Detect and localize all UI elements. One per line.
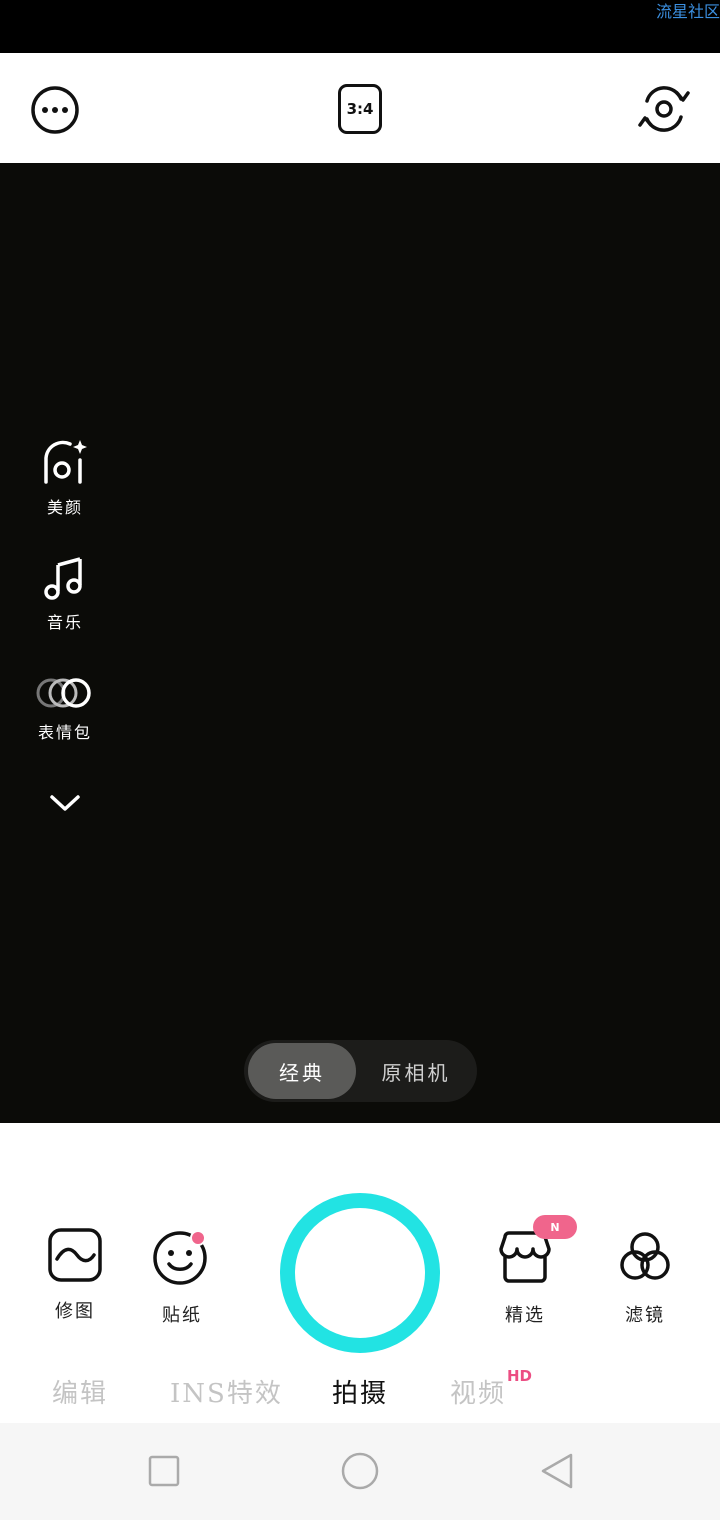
- flip-camera-button[interactable]: [634, 81, 694, 137]
- mode-classic[interactable]: 经典: [248, 1043, 356, 1099]
- tab-capture[interactable]: 拍摄: [332, 1373, 388, 1410]
- recent-apps-button[interactable]: [144, 1451, 184, 1491]
- sticker-pack-label: 表情包: [37, 723, 92, 742]
- back-triangle-icon: [541, 1453, 573, 1489]
- sticker-icon: [153, 1230, 207, 1285]
- capture-mode-switch: 经典 原相机: [244, 1040, 477, 1102]
- filter-tool[interactable]: 滤镜: [590, 1227, 700, 1327]
- sticker-label: 贴纸: [162, 1305, 202, 1326]
- sticker-pack-icon: [36, 678, 91, 708]
- edit-photo-icon: [48, 1228, 102, 1282]
- store-tool[interactable]: N 精选: [470, 1215, 580, 1327]
- store-label: 精选: [505, 1305, 545, 1326]
- tab-ins-effects[interactable]: INS特效: [170, 1373, 283, 1410]
- back-button[interactable]: [536, 1449, 578, 1493]
- square-icon: [148, 1455, 180, 1487]
- home-button[interactable]: [338, 1449, 382, 1493]
- mode-original-camera[interactable]: 原相机: [360, 1043, 472, 1099]
- edit-photo-tool[interactable]: 修图: [20, 1227, 130, 1323]
- more-button[interactable]: [28, 83, 82, 137]
- tab-edit[interactable]: 编辑: [52, 1373, 108, 1410]
- aspect-ratio-label: 3:4: [346, 100, 374, 118]
- aspect-ratio-button[interactable]: 3:4: [336, 83, 384, 135]
- camera-viewfinder[interactable]: 美颜 音乐 表情包: [0, 163, 720, 1123]
- flip-camera-icon: [638, 86, 690, 132]
- top-bar: 3:4: [0, 53, 720, 163]
- chevron-down-icon: [50, 795, 80, 811]
- shutter-button[interactable]: [280, 1193, 440, 1353]
- status-bar: 流星社区: [0, 0, 720, 53]
- circle-icon: [341, 1452, 379, 1490]
- edit-photo-label: 修图: [55, 1301, 95, 1322]
- beauty-icon: [44, 440, 87, 484]
- beauty-label: 美颜: [46, 498, 83, 517]
- bottom-panel: 修图 贴纸 N 精选 滤镜 编辑 INS特效 拍摄 视频 HD: [0, 1123, 720, 1423]
- sticker-pack-tool[interactable]: 表情包: [18, 675, 112, 743]
- system-nav-bar: [0, 1423, 720, 1520]
- beauty-tool[interactable]: 美颜: [18, 438, 112, 518]
- hd-badge: HD: [507, 1367, 533, 1385]
- more-icon: [31, 86, 79, 134]
- new-badge: N: [533, 1215, 577, 1239]
- tab-video[interactable]: 视频: [450, 1373, 506, 1410]
- watermark: 流星社区: [655, 2, 720, 21]
- mode-tabs: 编辑 INS特效 拍摄 视频 HD: [0, 1367, 720, 1423]
- sticker-tool[interactable]: 贴纸: [127, 1227, 237, 1327]
- music-icon: [44, 557, 82, 600]
- filter-icon: [620, 1232, 670, 1280]
- music-tool[interactable]: 音乐: [18, 555, 112, 633]
- expand-tools-button[interactable]: [44, 788, 86, 818]
- music-label: 音乐: [46, 613, 83, 632]
- filter-label: 滤镜: [625, 1305, 665, 1326]
